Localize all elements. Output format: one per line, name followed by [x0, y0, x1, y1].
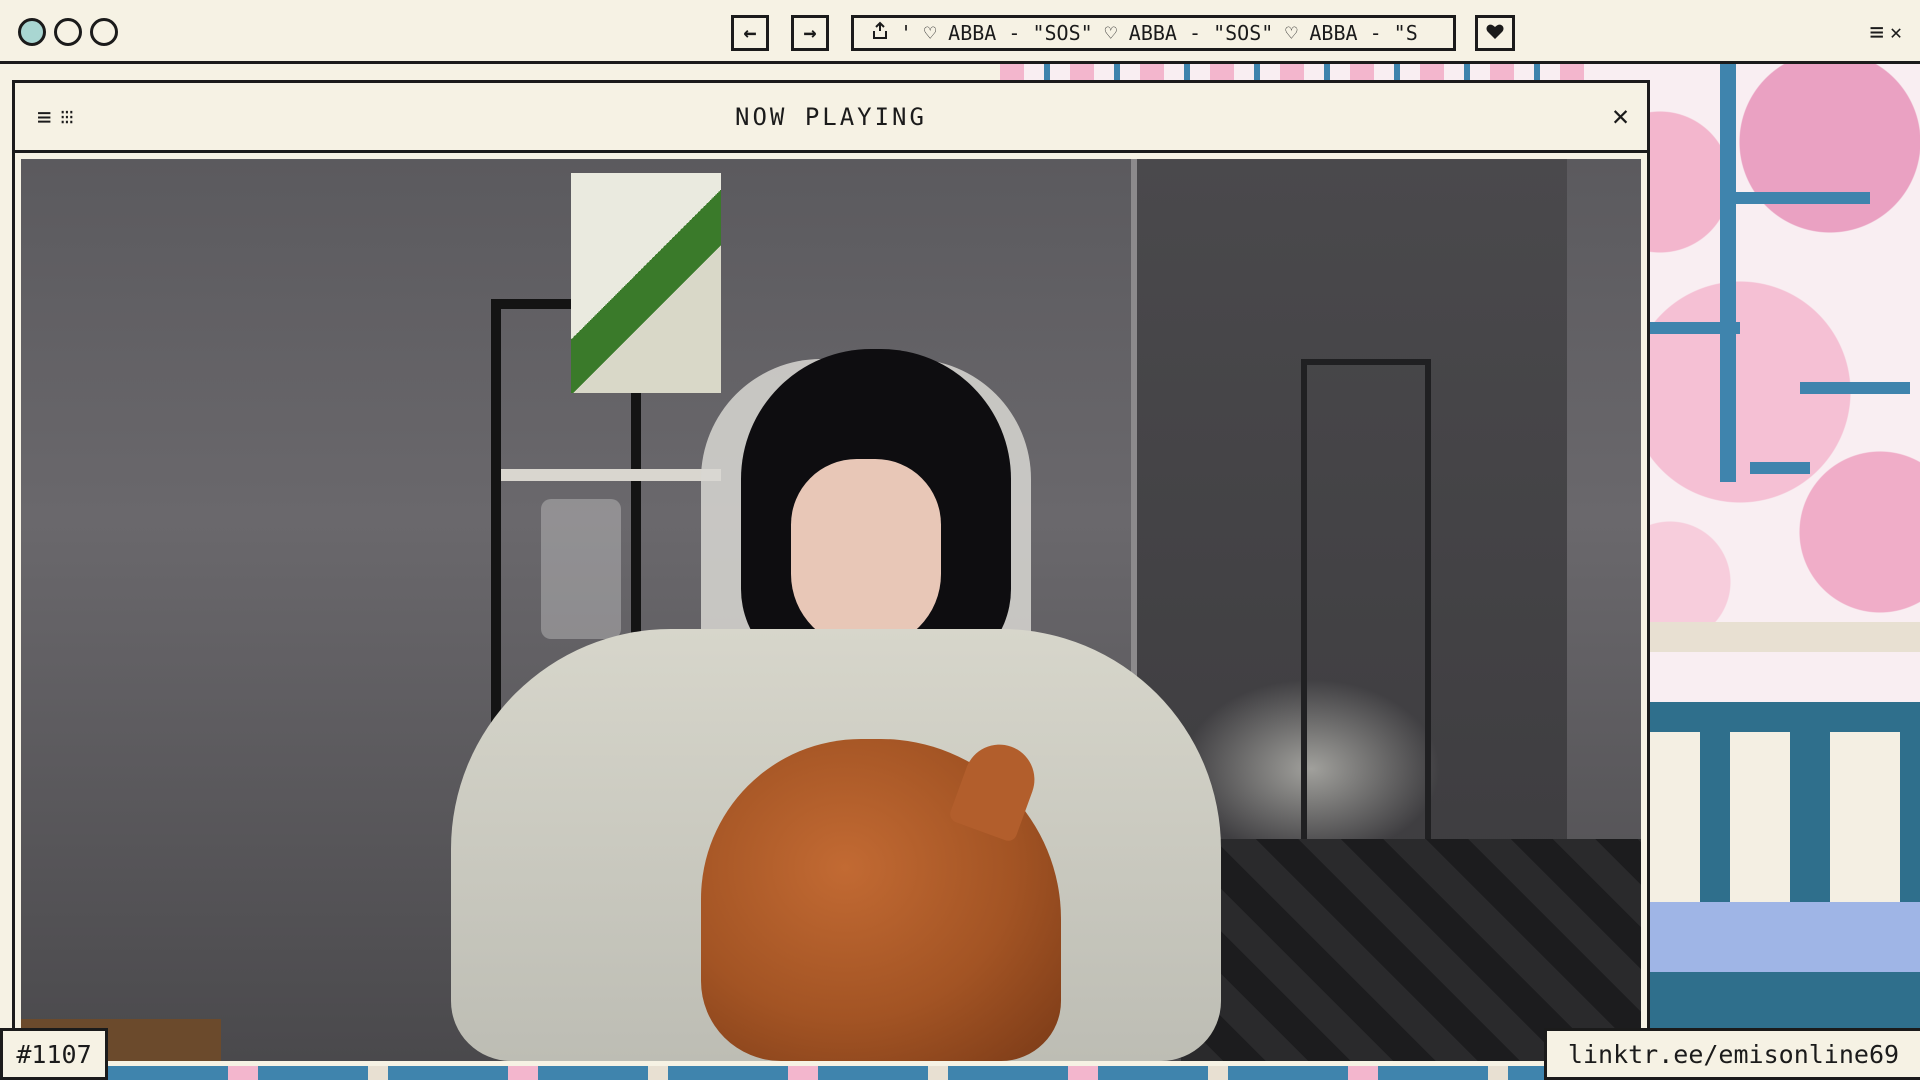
video-frame[interactable]: [21, 159, 1641, 1061]
share-icon: [870, 21, 890, 46]
link-label: linktr.ee/emisonline69: [1544, 1028, 1920, 1080]
decorative-ribbon: [108, 1066, 1544, 1080]
scene-person-face: [791, 459, 941, 649]
arrow-left-icon: ←: [743, 20, 757, 46]
window-title: NOW PLAYING: [735, 102, 927, 131]
window-dot-3[interactable]: [90, 18, 118, 46]
grid-icon[interactable]: ⁝⁝⁝: [59, 105, 74, 129]
scene-rack: [1301, 359, 1431, 839]
decorative-pixel-strip: [1000, 62, 1600, 80]
counter-text: #1107: [16, 1039, 92, 1069]
close-icon: ✕: [1612, 99, 1629, 132]
address-bar[interactable]: ' ♡ ABBA - "SOS" ♡ ABBA - "SOS" ♡ ABBA -…: [851, 15, 1456, 51]
window-close-button[interactable]: ✕: [1612, 99, 1629, 132]
window-title-bar: NOW PLAYING: [15, 83, 1647, 153]
counter-badge: #1107: [0, 1028, 108, 1080]
forward-button[interactable]: →: [791, 15, 829, 51]
window-dot-2[interactable]: [54, 18, 82, 46]
favorite-button[interactable]: [1475, 15, 1515, 51]
window-dot-teal[interactable]: [18, 18, 46, 46]
browser-toolbar: ← → ' ♡ ABBA - "SOS" ♡ ABBA - "SOS" ♡ AB…: [0, 0, 1920, 64]
arrow-right-icon: →: [803, 20, 817, 46]
scene-box: [571, 173, 721, 393]
now-playing-window: NOW PLAYING ≡ ⁝⁝⁝ ✕: [12, 80, 1650, 1080]
list-menu-icon[interactable]: ≡: [37, 103, 51, 131]
link-text: linktr.ee/emisonline69: [1567, 1039, 1900, 1069]
back-button[interactable]: ←: [731, 15, 769, 51]
heart-icon: [1486, 21, 1504, 45]
menu-icon[interactable]: ≡: [1870, 18, 1884, 46]
close-icon[interactable]: ✕: [1890, 20, 1902, 44]
url-text: ' ♡ ABBA - "SOS" ♡ ABBA - "SOS" ♡ ABBA -…: [900, 21, 1418, 45]
